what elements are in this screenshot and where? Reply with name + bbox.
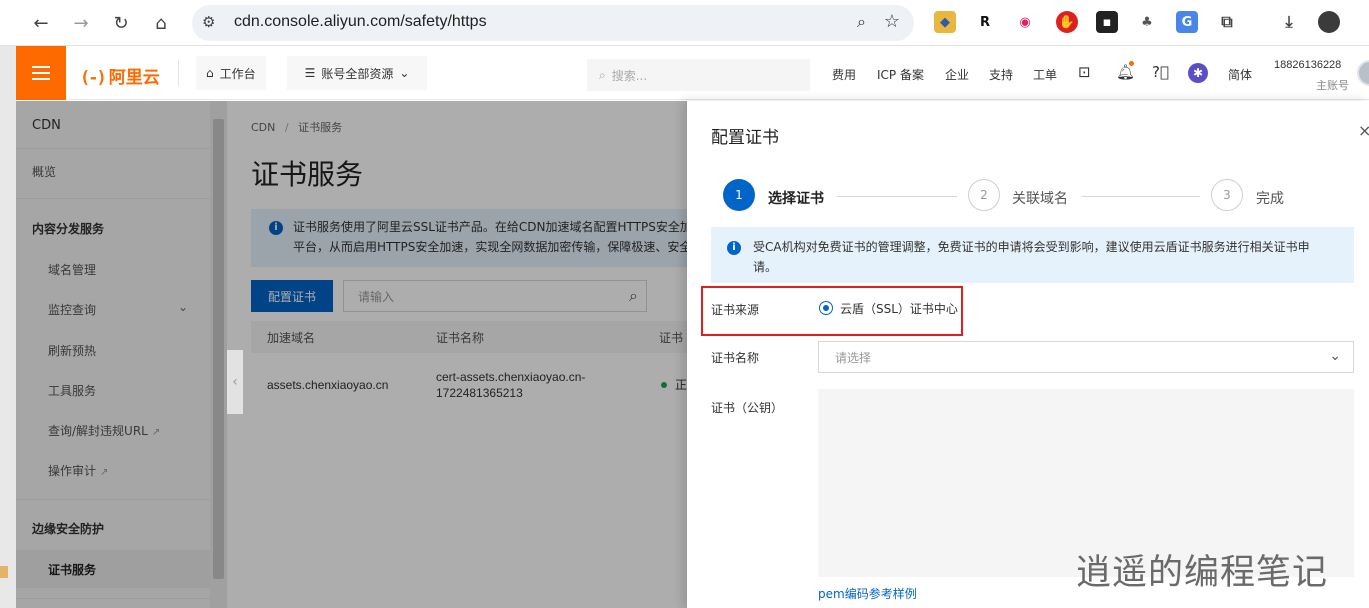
ca-policy-notice: i 受CA机构对免费证书的管理调整，免费证书的申请将会受到影响，建议使用云盾证书…: [711, 227, 1354, 283]
extension-shield-icon[interactable]: ◆: [934, 11, 956, 33]
url-text: cdn.console.aliyun.com/safety/https: [234, 13, 487, 30]
back-icon[interactable]: ←: [28, 10, 54, 36]
nav-ticket[interactable]: 工单: [1033, 66, 1057, 83]
step-1-indicator: 1: [723, 179, 755, 211]
home-icon[interactable]: ⌂: [148, 10, 174, 36]
chevron-down-icon: ⌄: [1329, 348, 1341, 364]
step-2-label: 关联域名: [1012, 191, 1068, 207]
avatar[interactable]: [1357, 60, 1369, 86]
extension-record-icon[interactable]: ◉: [1014, 11, 1036, 33]
aliyun-logo[interactable]: (-) 阿里云: [80, 63, 160, 88]
cert-source-option-label[interactable]: 云盾（SSL）证书中心: [840, 300, 958, 317]
download-icon[interactable]: ⤓: [1278, 11, 1300, 33]
nav-enterprise[interactable]: 企业: [945, 66, 969, 83]
nav-icp[interactable]: ICP 备案: [877, 66, 924, 83]
global-search-placeholder: 搜索...: [611, 68, 648, 83]
workbench-label: 工作台: [219, 66, 256, 81]
site-info-icon[interactable]: ⚙: [202, 13, 215, 31]
step-2-indicator: 2: [968, 179, 1000, 211]
extensions-icon[interactable]: ⧉: [1216, 11, 1238, 33]
list-icon: ☰: [304, 66, 316, 80]
extension-puzzle-piece-icon[interactable]: ♣: [1136, 11, 1158, 33]
terminal-icon[interactable]: ⊡: [1078, 63, 1091, 81]
search-icon: ⌕: [599, 67, 606, 82]
cert-source-label: 证书来源: [711, 303, 760, 317]
modal-backdrop[interactable]: [16, 101, 687, 608]
chevron-down-icon: ⌄: [399, 66, 410, 80]
step-1-label: 选择证书: [768, 191, 824, 207]
watermark: 逍遥的编程笔记: [1076, 553, 1329, 593]
nav-support[interactable]: 支持: [989, 66, 1013, 83]
profile-avatar-icon[interactable]: [1318, 11, 1340, 33]
bookmark-star-icon[interactable]: ☆: [884, 11, 900, 32]
resource-scope-label: 账号全部资源: [321, 66, 394, 81]
notice-line: 请。: [753, 260, 778, 274]
reload-icon[interactable]: ↻: [108, 10, 134, 36]
window-edge-mark: [0, 566, 8, 578]
home-icon: ⌂: [206, 66, 214, 80]
zoom-icon[interactable]: ⌕: [857, 12, 866, 32]
translate-icon[interactable]: G: [1176, 11, 1198, 33]
header-divider: [178, 60, 179, 86]
address-bar[interactable]: ⚙ cdn.console.aliyun.com/safety/https ⌕ …: [192, 5, 914, 41]
step-3-indicator: 3: [1211, 179, 1243, 211]
console-header: (-) 阿里云 ⌂ 工作台 ☰ 账号全部资源 ⌄ ⌕ 搜索... 费用 ICP 备…: [16, 46, 1369, 100]
ai-assistant-icon[interactable]: ✱: [1188, 63, 1208, 83]
window-left-strip: [0, 46, 16, 608]
cert-name-label: 证书名称: [711, 351, 760, 365]
extension-stop-icon[interactable]: ✋: [1056, 11, 1078, 33]
extension-r-icon[interactable]: R: [974, 11, 996, 33]
nav-billing[interactable]: 费用: [832, 66, 856, 83]
drawer-title: 配置证书: [711, 128, 779, 148]
extension-glasses-icon[interactable]: ▪: [1096, 11, 1118, 33]
info-icon: i: [727, 241, 741, 255]
browser-toolbar: ← → ↻ ⌂ ⚙ cdn.console.aliyun.com/safety/…: [0, 0, 1369, 46]
help-icon[interactable]: ?⃝: [1152, 63, 1169, 81]
step-connector: [1082, 196, 1200, 197]
user-role: 主账号: [1316, 79, 1349, 92]
user-account-id[interactable]: 18826136228: [1274, 59, 1341, 71]
resource-scope-dropdown[interactable]: ☰ 账号全部资源 ⌄: [287, 56, 427, 90]
hamburger-menu-icon[interactable]: [16, 46, 66, 100]
close-icon[interactable]: ×: [1358, 121, 1369, 140]
pem-example-link[interactable]: pem编码参考样例: [818, 585, 917, 602]
workbench-button[interactable]: ⌂ 工作台: [196, 56, 266, 90]
step-connector: [837, 196, 957, 197]
collapse-sidebar-handle[interactable]: ‹: [227, 350, 243, 414]
cert-source-radio[interactable]: [819, 301, 833, 315]
language-switch[interactable]: 简体: [1228, 66, 1252, 83]
public-key-label: 证书（公钥）: [711, 401, 784, 415]
global-search-input[interactable]: ⌕ 搜索...: [587, 59, 810, 91]
configure-certificate-drawer: 配置证书 × 1 选择证书 2 关联域名 3 完成 i 受CA机构对免费证书的管…: [687, 101, 1369, 608]
cert-name-placeholder: 请选择: [835, 350, 872, 365]
forward-icon[interactable]: →: [68, 10, 94, 36]
cert-name-select[interactable]: 请选择 ⌄: [818, 341, 1354, 373]
step-3-label: 完成: [1256, 191, 1284, 207]
notice-line: 受CA机构对免费证书的管理调整，免费证书的申请将会受到影响，建议使用云盾证书服务…: [753, 240, 1310, 254]
notification-dot: [1129, 61, 1134, 66]
